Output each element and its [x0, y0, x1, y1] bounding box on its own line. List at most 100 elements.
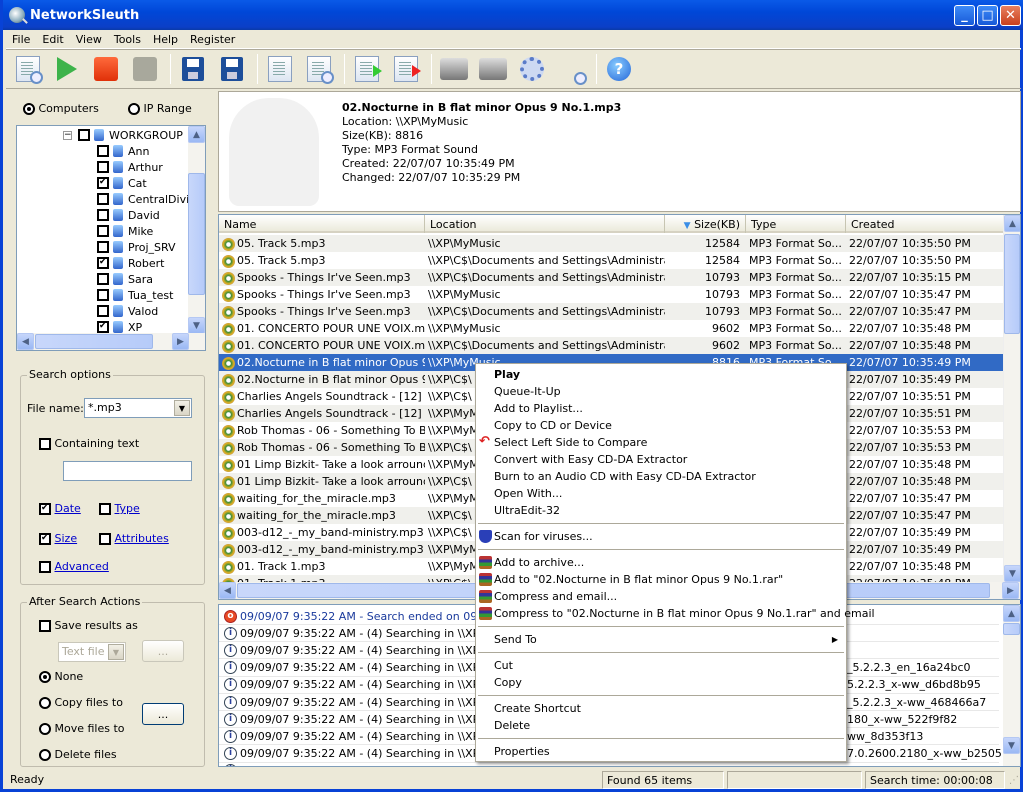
save-results-checkbox[interactable]: Save results as	[39, 619, 138, 632]
scroll-down-button[interactable]: ▼	[1003, 737, 1020, 754]
scroll-thumb[interactable]	[188, 173, 205, 295]
attributes-checkbox[interactable]: Attributes	[99, 532, 169, 545]
context-menu-item[interactable]: Add to Playlist...	[476, 400, 846, 417]
context-menu-item[interactable]: Scan for viruses...	[476, 528, 846, 545]
action-move-radio[interactable]: Move files to	[39, 722, 125, 735]
tree-horizontal-scrollbar[interactable]: ◀ ▶	[17, 333, 205, 350]
tree-node-computer[interactable]: Cat	[97, 175, 147, 191]
column-header-size[interactable]: ▼ Size(KB)	[665, 215, 746, 233]
scroll-right-button[interactable]: ▶	[1002, 582, 1019, 599]
computer-checkbox[interactable]	[97, 256, 109, 269]
menu-tools[interactable]: Tools	[108, 33, 147, 46]
save-results-button[interactable]	[262, 52, 298, 86]
tree-node-computer[interactable]: Ann	[97, 143, 149, 159]
context-menu-item[interactable]: Copy	[476, 674, 846, 691]
save-format-combo[interactable]: Text file ▼	[58, 642, 126, 662]
computers-radio[interactable]: Computers	[23, 102, 99, 115]
computer-checkbox[interactable]	[97, 176, 109, 189]
file-name-combo[interactable]: *.mp3 ▼	[84, 398, 192, 418]
minimize-button[interactable]: _	[954, 5, 975, 26]
computer-checkbox[interactable]	[97, 225, 109, 237]
result-row[interactable]: 01. CONCERTO POUR UNE VOIX.mp3 \\XP\C$\Do…	[219, 337, 1004, 354]
result-row[interactable]: 05. Track 5.mp3 \\XP\MyMusic 12584 MP3 Form…	[219, 235, 1004, 252]
attributes-link[interactable]: Attributes	[115, 532, 169, 545]
collapse-icon[interactable]: −	[63, 130, 72, 140]
log-vertical-scrollbar[interactable]: ▲ ▼	[1003, 605, 1020, 766]
scroll-thumb[interactable]	[35, 334, 153, 349]
tree-node-computer[interactable]: Sara	[97, 271, 153, 287]
advanced-checkbox[interactable]: Advanced	[39, 560, 109, 573]
result-row[interactable]: Spooks - Things Ir've Seen.mp3 \\XP\C$\Do…	[219, 303, 1004, 320]
pause-button[interactable]	[127, 52, 163, 86]
connect-network-button[interactable]	[436, 52, 472, 86]
close-button[interactable]: ✕	[1000, 5, 1021, 26]
result-row[interactable]: Spooks - Things Ir've Seen.mp3 \\XP\MyMus…	[219, 286, 1004, 303]
menu-file[interactable]: File	[6, 33, 36, 46]
menu-register[interactable]: Register	[184, 33, 241, 46]
title-bar[interactable]: NetworkSleuth _ □ ✕	[3, 0, 1023, 30]
computer-checkbox[interactable]	[97, 161, 109, 173]
scroll-down-button[interactable]: ▼	[1004, 565, 1020, 582]
menu-view[interactable]: View	[70, 33, 108, 46]
scroll-up-button[interactable]: ▲	[188, 126, 205, 143]
dropdown-arrow-icon[interactable]: ▼	[108, 644, 124, 660]
column-header-created[interactable]: Created	[846, 215, 1004, 233]
action-none-radio[interactable]: None	[39, 670, 83, 683]
context-menu-item[interactable]: Add to archive...	[476, 554, 846, 571]
computer-checkbox[interactable]	[97, 241, 109, 253]
column-header-name[interactable]: Name	[219, 215, 425, 233]
maximize-button[interactable]: □	[977, 5, 998, 26]
scroll-thumb[interactable]	[1003, 623, 1020, 635]
context-menu-item[interactable]: Queue-It-Up	[476, 383, 846, 400]
size-checkbox[interactable]: Size	[39, 532, 77, 545]
date-checkbox[interactable]: Date	[39, 502, 81, 515]
scroll-right-button[interactable]: ▶	[172, 333, 189, 350]
computer-checkbox[interactable]	[97, 305, 109, 317]
tree-vertical-scrollbar[interactable]: ▲ ▼	[188, 126, 205, 334]
save-search-button[interactable]	[175, 52, 211, 86]
action-copy-radio[interactable]: Copy files to	[39, 696, 123, 709]
start-button[interactable]	[49, 52, 85, 86]
export-red-button[interactable]	[388, 52, 424, 86]
computer-checkbox[interactable]	[97, 289, 109, 301]
tree-node-computer[interactable]: Mike	[97, 223, 153, 239]
result-row[interactable]: Spooks - Things Ir've Seen.mp3 \\XP\C$\Do…	[219, 269, 1004, 286]
stop-button[interactable]	[88, 52, 124, 86]
context-menu-item[interactable]: Cut	[476, 657, 846, 674]
result-row[interactable]: 05. Track 5.mp3 \\XP\C$\Documents and Set…	[219, 252, 1004, 269]
workgroup-checkbox[interactable]	[78, 129, 90, 141]
action-delete-radio[interactable]: Delete files	[39, 748, 117, 761]
save-browse-button[interactable]: ...	[142, 640, 184, 662]
scroll-left-button[interactable]: ◀	[219, 582, 236, 599]
context-menu-item[interactable]: Open With...	[476, 485, 846, 502]
tree-node-computer[interactable]: David	[97, 207, 160, 223]
context-menu-item[interactable]: Convert with Easy CD-DA Extractor	[476, 451, 846, 468]
load-search-button[interactable]	[214, 52, 250, 86]
containing-text-input[interactable]	[63, 461, 192, 481]
date-link[interactable]: Date	[55, 502, 81, 515]
context-menu-item[interactable]: Burn to an Audio CD with Easy CD-DA Extr…	[476, 468, 846, 485]
context-menu-item[interactable]: Compress to "02.Nocturne in B flat minor…	[476, 605, 875, 622]
tree-node-computer[interactable]: Robert	[97, 255, 164, 271]
help-button[interactable]: ?	[601, 52, 637, 86]
context-menu-item[interactable]: Properties	[476, 743, 846, 760]
context-menu-item[interactable]: Create Shortcut	[476, 700, 846, 717]
scroll-up-button[interactable]: ▲	[1003, 605, 1020, 622]
disconnect-network-button[interactable]	[475, 52, 511, 86]
tree-node-computer[interactable]: Tua_test	[97, 287, 173, 303]
context-menu-item[interactable]: Play	[476, 366, 846, 383]
context-menu-item[interactable]: UltraEdit-32	[476, 502, 846, 519]
advanced-link[interactable]: Advanced	[55, 560, 109, 573]
menu-help[interactable]: Help	[147, 33, 184, 46]
tree-node-computer[interactable]: Arthur	[97, 159, 163, 175]
find-button[interactable]	[553, 52, 589, 86]
containing-text-checkbox[interactable]: Containing text	[39, 437, 139, 450]
tree-node-computer[interactable]: Proj_SRV	[97, 239, 176, 255]
results-vertical-scrollbar[interactable]: ▲ ▼	[1003, 215, 1020, 582]
scroll-up-button[interactable]: ▲	[1004, 215, 1020, 232]
dropdown-arrow-icon[interactable]: ▼	[174, 400, 190, 416]
context-menu-item[interactable]: Add to "02.Nocturne in B flat minor Opus…	[476, 571, 846, 588]
preview-button[interactable]	[301, 52, 337, 86]
context-menu-item[interactable]: Send To ▶	[476, 631, 846, 648]
scroll-left-button[interactable]: ◀	[17, 333, 34, 350]
